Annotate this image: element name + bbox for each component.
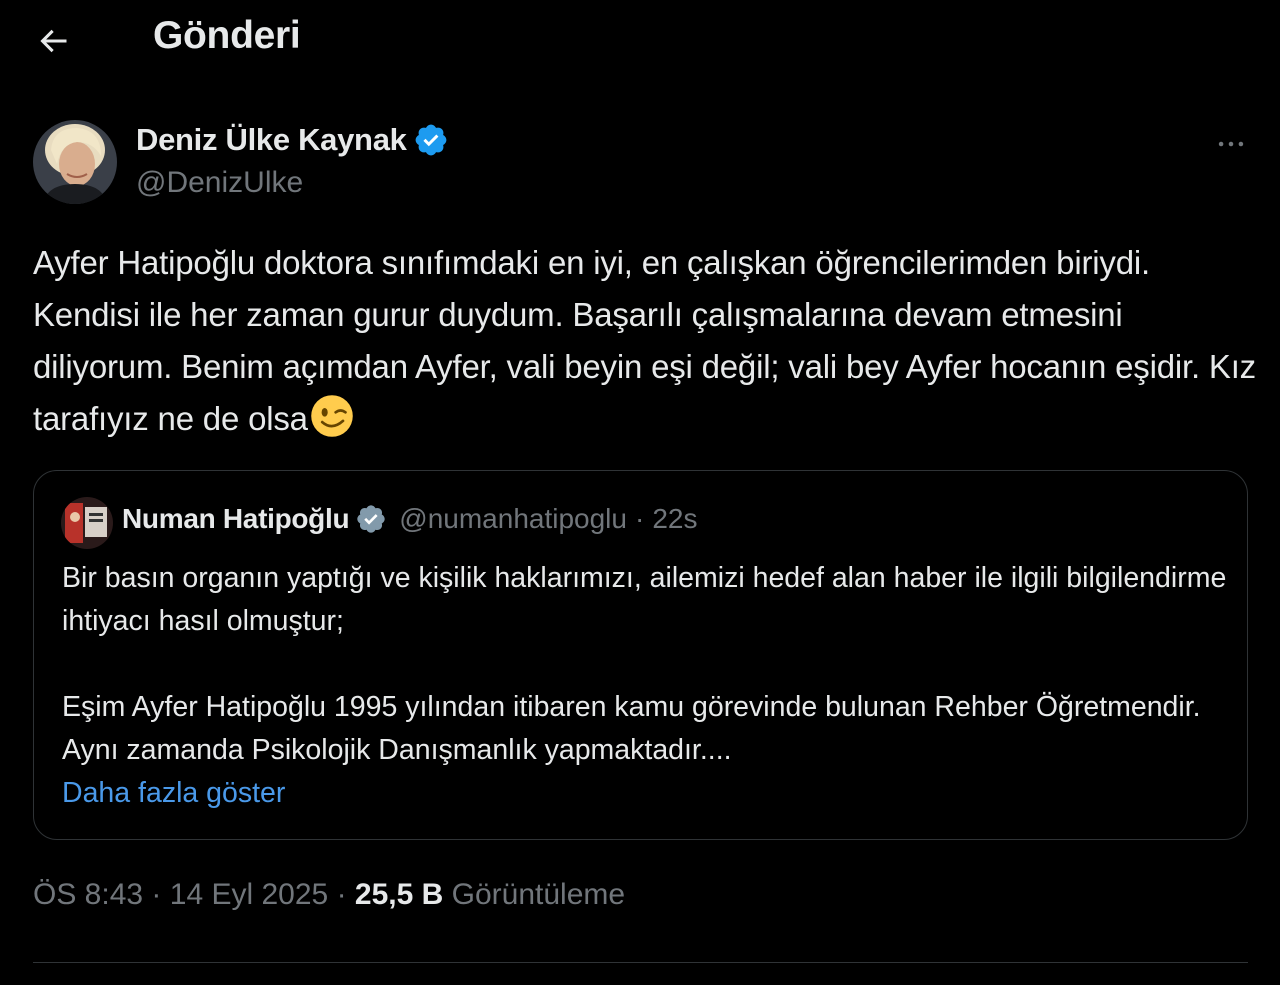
back-button[interactable] [30,18,76,64]
page-header: Gönderi [0,0,1280,80]
more-options-button[interactable] [1209,122,1253,166]
divider [33,962,1248,963]
author-handle[interactable]: @DenizUlke [136,166,303,200]
tweet-text-content: Ayfer Hatipoğlu doktora sınıfımdaki en i… [33,244,1256,437]
views-count[interactable]: 25,5 B [355,878,443,911]
avatar[interactable] [33,120,117,204]
post-date[interactable]: 14 Eyl 2025 [170,878,328,911]
verified-badge-icon [415,124,446,156]
page-title: Gönderi [153,14,301,57]
tweet-author-row: Deniz Ülke Kaynak @DenizUlke [33,120,1253,210]
author-name-link[interactable]: Deniz Ülke Kaynak [136,122,449,158]
author-display-name: Deniz Ülke Kaynak [136,122,407,157]
quoted-separator: · [634,503,645,534]
quoted-avatar[interactable] [61,497,113,549]
meta-separator: · [336,878,347,911]
quoted-handle[interactable]: @numanhatipoglu [399,503,627,535]
quoted-paragraph-1: Bir basın organın yaptığı ve kişilik hak… [62,562,1227,637]
quoted-timestamp[interactable]: 22s [652,503,697,535]
show-more-link[interactable]: Daha fazla göster [62,772,285,815]
back-arrow-icon [40,29,67,53]
post-time[interactable]: ÖS 8:43 [33,878,143,911]
quoted-display-name[interactable]: Numan Hatipoğlu [122,503,350,535]
meta-separator: · [151,878,162,911]
quoted-tweet-card[interactable]: Numan Hatipoğlu @numanhatipoglu · 22s Bi… [33,470,1248,840]
views-label: Görüntüleme [451,878,626,911]
quoted-header: Numan Hatipoğlu @numanhatipoglu · 22s [122,503,697,535]
more-dots-icon [1218,141,1244,147]
winking-face-emoji-icon [311,395,353,437]
tweet-text: Ayfer Hatipoğlu doktora sınıfımdaki en i… [33,237,1258,445]
gray-verified-badge-icon [357,505,385,533]
tweet-meta: ÖS 8:43 · 14 Eyl 2025 · 25,5 B Görüntüle… [33,878,625,912]
quoted-paragraph-2: Eşim Ayfer Hatipoğlu 1995 yılından itiba… [62,691,1201,766]
quoted-text: Bir basın organın yaptığı ve kişilik hak… [62,557,1232,815]
